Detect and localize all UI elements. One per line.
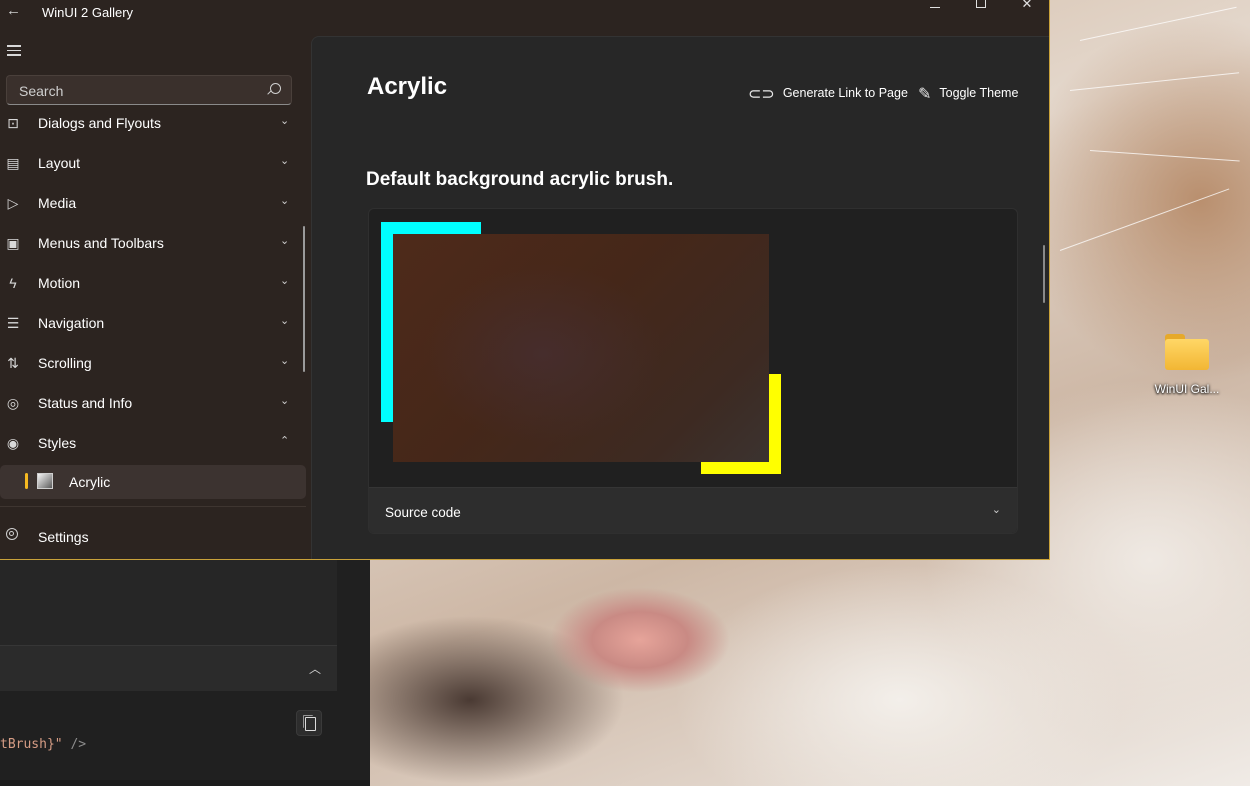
source-code-expander[interactable]: Source code ⌄	[369, 487, 1017, 533]
nav-item-scrolling[interactable]: ⇅ Scrolling ⌄	[0, 343, 306, 383]
nav-item-styles[interactable]: ◉ Styles ⌃	[0, 423, 306, 463]
chevron-down-icon: ⌄	[280, 195, 290, 207]
brush-icon: ✎	[918, 86, 932, 103]
toggle-theme-button[interactable]: ✎ Toggle Theme	[918, 84, 1018, 104]
whisker	[1089, 150, 1240, 162]
background-expander-header[interactable]: ︿	[0, 645, 337, 692]
chevron-up-icon: ︿	[308, 662, 321, 676]
close-button[interactable]: ✕	[1004, 0, 1049, 14]
save-icon: ▣	[6, 235, 20, 251]
hamburger-menu-icon[interactable]	[7, 45, 21, 56]
minimize-icon	[930, 7, 940, 8]
close-icon: ✕	[1021, 0, 1033, 11]
nav-item-status-and-info[interactable]: ◎ Status and Info ⌄	[0, 383, 306, 423]
chevron-up-icon: ⌃	[280, 435, 290, 447]
chevron-down-icon: ⌄	[280, 155, 290, 167]
chevron-down-icon: ⌄	[280, 235, 290, 247]
chevron-down-icon: ⌄	[991, 504, 1001, 516]
content-area: Acrylic ⊂⊃ Generate Link to Page ✎ Toggle …	[311, 36, 1049, 559]
search-icon[interactable]	[270, 83, 281, 94]
example-card: Source code ⌄	[368, 208, 1018, 534]
chevron-down-icon: ⌄	[280, 315, 290, 327]
nav-item-navigation[interactable]: ☰ Navigation ⌄	[0, 303, 306, 343]
nav-item-acrylic[interactable]: Acrylic	[0, 463, 306, 503]
background-window: ︿ tBrush}" />	[0, 560, 370, 786]
content-scrollbar[interactable]	[1043, 245, 1045, 303]
sort-icon: ⇅	[7, 355, 19, 371]
nav-item-menus-and-toolbars[interactable]: ▣ Menus and Toolbars ⌄	[0, 223, 306, 263]
chat-bubble-icon: ⊡	[7, 115, 19, 131]
chevron-down-icon: ⌄	[280, 355, 290, 367]
navigation-pane: ⊡ Dialogs and Flyouts ⌄ ▤ Layout ⌄ ▷ Med…	[0, 36, 310, 559]
link-icon: ⊂⊃	[748, 86, 775, 103]
nav-scrollbar[interactable]	[303, 226, 305, 372]
title-bar: ← WinUI 2 Gallery ✕	[0, 0, 1049, 36]
nav-item-layout[interactable]: ▤ Layout ⌄	[0, 143, 306, 183]
nav-item-settings[interactable]: Settings	[0, 516, 306, 556]
maximize-icon	[976, 0, 986, 8]
nav-item-dialogs-and-flyouts[interactable]: ⊡ Dialogs and Flyouts ⌄	[0, 103, 306, 143]
navigation-icon: ☰	[6, 315, 20, 331]
copy-button[interactable]	[296, 710, 322, 736]
search-input[interactable]	[17, 81, 261, 101]
acrylic-brush-rectangle	[393, 234, 769, 462]
nav-item-motion[interactable]: ϟ Motion ⌄	[0, 263, 306, 303]
page-title: Acrylic	[367, 73, 448, 100]
whisker	[1069, 72, 1240, 91]
lightning-icon: ϟ	[9, 275, 17, 291]
chevron-down-icon: ⌄	[280, 395, 290, 407]
gear-icon	[6, 528, 18, 540]
maximize-button[interactable]	[958, 0, 1004, 14]
whisker	[1059, 188, 1230, 251]
back-arrow-icon[interactable]: ←	[6, 2, 24, 20]
media-icon: ▷	[7, 195, 19, 211]
acrylic-icon	[37, 473, 53, 489]
nav-list: ⊡ Dialogs and Flyouts ⌄ ▤ Layout ⌄ ▷ Med…	[0, 103, 306, 513]
chevron-down-icon: ⌄	[280, 275, 290, 287]
window-title: WinUI 2 Gallery	[42, 5, 134, 20]
chevron-down-icon: ⌄	[280, 115, 290, 127]
acrylic-sample	[369, 209, 1017, 487]
section-title: Default background acrylic brush.	[366, 169, 674, 190]
app-window: ← WinUI 2 Gallery ✕ ⊡ Dialogs and Flyout…	[0, 0, 1050, 560]
folder-icon	[1165, 334, 1209, 370]
search-box[interactable]	[6, 75, 292, 105]
selection-indicator	[25, 473, 28, 489]
palette-icon: ◉	[6, 435, 20, 451]
nav-divider	[0, 506, 306, 507]
background-panel	[0, 560, 337, 645]
whisker	[1079, 6, 1237, 41]
code-line: tBrush}" />	[0, 737, 87, 752]
generate-link-button[interactable]: ⊂⊃ Generate Link to Page	[748, 84, 908, 104]
chat-icon: ◎	[6, 395, 20, 411]
minimize-button[interactable]	[912, 0, 958, 14]
layout-icon: ▤	[6, 155, 20, 171]
desktop-icon-label: WinUI Gal...	[1154, 382, 1220, 396]
nav-item-media[interactable]: ▷ Media ⌄	[0, 183, 306, 223]
desktop-folder-shortcut[interactable]: WinUI Gal...	[1148, 334, 1226, 396]
code-block: tBrush}" />	[0, 691, 337, 780]
